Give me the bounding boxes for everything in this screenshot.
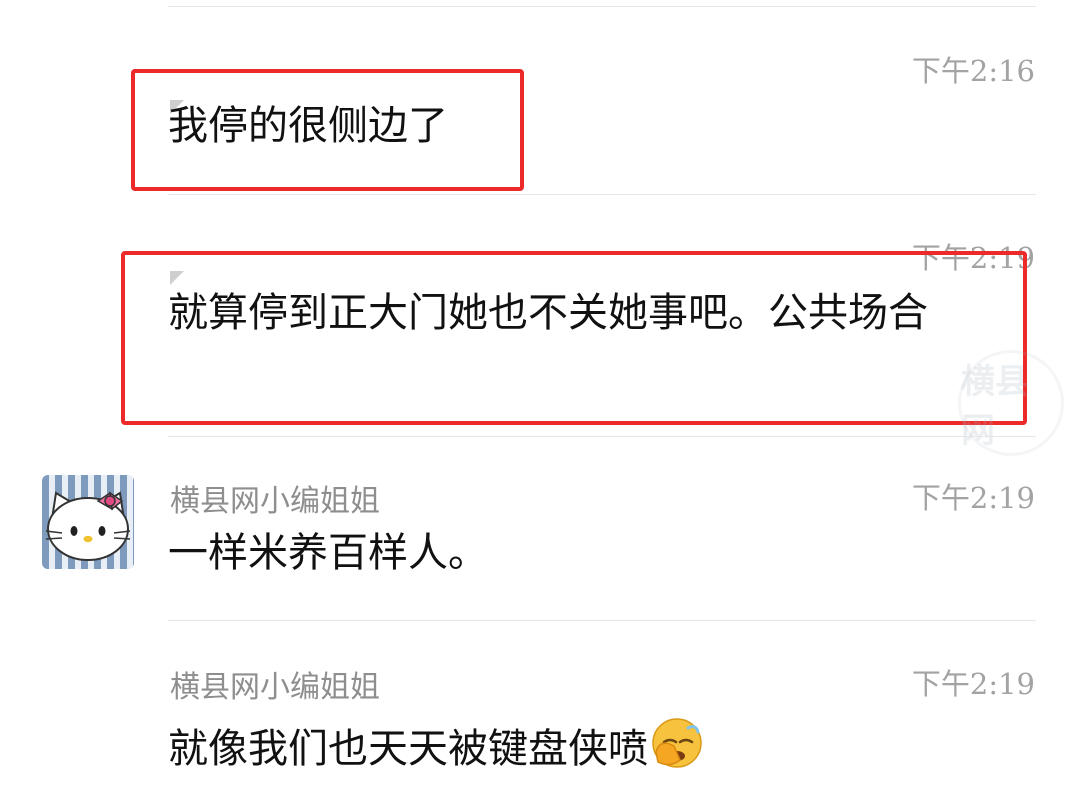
highlight-box (131, 69, 524, 191)
sender-name[interactable]: 横县网小编姐姐 (170, 476, 380, 520)
message-time: 下午2:16 (911, 54, 1035, 88)
sender-name[interactable]: 横县网小编姐姐 (170, 662, 380, 706)
message-divider (168, 436, 1036, 437)
message-time: 下午2:19 (911, 481, 1035, 515)
message-time: 下午2:19 (911, 667, 1035, 701)
top-divider (168, 6, 1036, 7)
message-divider (168, 620, 1036, 621)
message-text: 就像我们也天天被键盘侠喷 (168, 726, 648, 772)
watermark-logo: 横县网 (958, 350, 1064, 456)
avatar[interactable] (42, 475, 134, 569)
message-divider (168, 194, 1036, 195)
message-text-line[interactable]: 就像我们也天天被键盘侠喷 (168, 716, 704, 774)
hello-kitty-icon (45, 491, 131, 561)
highlight-box (121, 251, 1027, 425)
facepalm-emoji-icon (652, 718, 702, 768)
message-text[interactable]: 一样米养百样人。 (168, 528, 488, 578)
